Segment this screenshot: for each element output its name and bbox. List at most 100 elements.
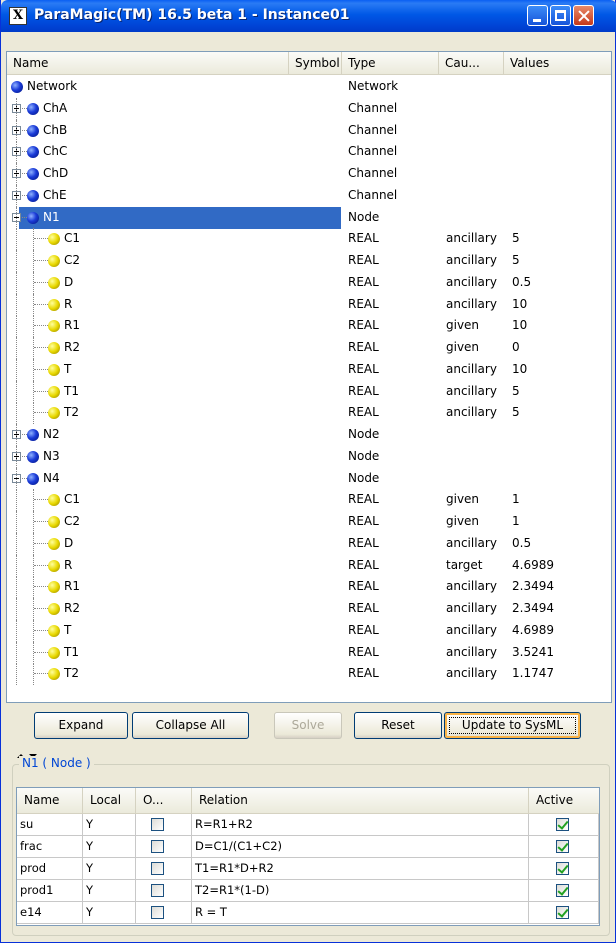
tree-name-cell: T bbox=[7, 358, 337, 381]
tree-row[interactable]: ChD Channel bbox=[7, 163, 611, 185]
column-header-o[interactable]: O... bbox=[136, 788, 192, 813]
tree-row[interactable]: R REAL target 4.6989 bbox=[7, 554, 611, 577]
node-sphere-icon bbox=[27, 429, 39, 441]
tree-row[interactable]: ChE Channel bbox=[7, 184, 611, 207]
column-header-rel-name[interactable]: Name bbox=[17, 788, 83, 813]
tree-name-cell: R1 bbox=[7, 576, 337, 599]
network-tree-table[interactable]: Name Symbol Type Cau... Values Network Ne… bbox=[6, 51, 612, 703]
column-header-type[interactable]: Type bbox=[342, 52, 439, 74]
tree-row[interactable]: Network Network bbox=[7, 76, 611, 98]
tree-row[interactable]: ChC Channel bbox=[7, 141, 611, 164]
tree-row[interactable]: N3 Node bbox=[7, 445, 611, 468]
tree-header: Name Symbol Type Cau... Values bbox=[7, 52, 611, 75]
tree-row-label: ChE bbox=[43, 187, 67, 202]
active-checkbox[interactable] bbox=[556, 906, 569, 919]
tree-name-cell: T2 bbox=[7, 402, 337, 425]
tree-row-label: ChB bbox=[43, 122, 68, 137]
o-checkbox[interactable] bbox=[151, 906, 164, 919]
tree-row-value: 10 bbox=[512, 361, 528, 376]
o-checkbox[interactable] bbox=[151, 862, 164, 875]
relation-name-cell: frac bbox=[17, 836, 83, 857]
tree-row-label: T1 bbox=[64, 383, 79, 398]
tree-row-label: N4 bbox=[43, 470, 60, 485]
tree-row[interactable]: R REAL ancillary 10 bbox=[7, 293, 611, 316]
tree-row-value: 1.1747 bbox=[512, 666, 554, 681]
maximize-button[interactable] bbox=[550, 5, 571, 26]
tree-row-label: T2 bbox=[64, 666, 79, 681]
variable-sphere-icon bbox=[48, 298, 60, 311]
tree-row[interactable]: C2 REAL ancillary 5 bbox=[7, 250, 611, 272]
tree-row[interactable]: T1 REAL ancillary 5 bbox=[7, 380, 611, 403]
column-header-symbol[interactable]: Symbol bbox=[289, 52, 342, 74]
tree-row[interactable]: R1 REAL ancillary 2.3494 bbox=[7, 576, 611, 599]
relation-row[interactable]: prod1 Y T2=R1*(1-D) bbox=[17, 880, 599, 902]
window-title: ParaMagic(TM) 16.5 beta 1 - Instance01 bbox=[34, 7, 350, 23]
active-checkbox[interactable] bbox=[556, 840, 569, 853]
tree-row[interactable]: N4 Node bbox=[7, 467, 611, 490]
tree-name-cell: C2 bbox=[7, 511, 337, 533]
tree-row[interactable]: ChA Channel bbox=[7, 97, 611, 120]
tree-row[interactable]: D REAL ancillary 0.5 bbox=[7, 271, 611, 294]
o-checkbox[interactable] bbox=[151, 884, 164, 897]
variable-sphere-icon bbox=[48, 646, 60, 659]
tree-row[interactable]: T REAL ancillary 10 bbox=[7, 358, 611, 381]
relation-row[interactable]: e14 Y R = T bbox=[17, 902, 599, 924]
relations-table[interactable]: Name Local O... Relation Active su Y R=R1+… bbox=[16, 787, 600, 926]
tree-row[interactable]: T1 REAL ancillary 3.5241 bbox=[7, 641, 611, 664]
variable-sphere-icon bbox=[48, 624, 60, 637]
collapse-all-button[interactable]: Collapse All bbox=[132, 712, 249, 739]
title-bar[interactable]: X ParaMagic(TM) 16.5 beta 1 - Instance01 bbox=[1, 0, 616, 32]
relation-expression-cell: R=R1+R2 bbox=[192, 814, 529, 835]
column-header-active[interactable]: Active bbox=[529, 788, 599, 813]
active-checkbox[interactable] bbox=[556, 862, 569, 875]
tree-name-cell: R bbox=[7, 293, 337, 316]
tree-row[interactable]: ChB Channel bbox=[7, 119, 611, 142]
tree-name-cell: R bbox=[7, 554, 337, 577]
tree-row[interactable]: T REAL ancillary 4.6989 bbox=[7, 619, 611, 642]
tree-name-cell: D bbox=[7, 532, 337, 555]
tree-row[interactable]: T2 REAL ancillary 5 bbox=[7, 402, 611, 425]
tree-row[interactable]: C1 REAL ancillary 5 bbox=[7, 228, 611, 251]
column-header-cause[interactable]: Cau... bbox=[439, 52, 504, 74]
tree-row-label: T1 bbox=[64, 644, 79, 659]
relation-row[interactable]: su Y R=R1+R2 bbox=[17, 814, 599, 836]
minimize-button[interactable] bbox=[527, 5, 548, 26]
relation-o-cell bbox=[136, 814, 192, 835]
o-checkbox[interactable] bbox=[151, 818, 164, 831]
active-checkbox[interactable] bbox=[556, 884, 569, 897]
tree-row[interactable]: N1 Node bbox=[7, 206, 611, 229]
column-header-local[interactable]: Local bbox=[83, 788, 136, 813]
o-checkbox[interactable] bbox=[151, 840, 164, 853]
tree-row-type: Node bbox=[348, 448, 380, 463]
relation-row[interactable]: prod Y T1=R1*D+R2 bbox=[17, 858, 599, 880]
reset-button[interactable]: Reset bbox=[354, 712, 442, 739]
tree-row-label: N2 bbox=[43, 427, 60, 441]
tree-row[interactable]: D REAL ancillary 0.5 bbox=[7, 532, 611, 555]
variable-sphere-icon bbox=[48, 363, 60, 376]
relation-o-cell bbox=[136, 902, 192, 923]
expand-button[interactable]: Expand bbox=[34, 712, 128, 739]
tree-row[interactable]: N2 Node bbox=[7, 424, 611, 446]
tree-row[interactable]: C2 REAL given 1 bbox=[7, 511, 611, 533]
app-icon[interactable]: X bbox=[9, 7, 27, 25]
column-header-values[interactable]: Values bbox=[504, 52, 611, 74]
splitter-handle[interactable] bbox=[17, 747, 47, 758]
tree-name-cell: N1 bbox=[7, 206, 337, 229]
column-header-name[interactable]: Name bbox=[7, 52, 289, 74]
tree-row-value: 0.5 bbox=[512, 535, 532, 550]
column-header-relation[interactable]: Relation bbox=[192, 788, 529, 813]
tree-row-value: 4.6989 bbox=[512, 622, 554, 637]
update-to-sysml-button[interactable]: Update to SysML bbox=[444, 712, 581, 739]
tree-row[interactable]: R2 REAL ancillary 2.3494 bbox=[7, 598, 611, 620]
variable-sphere-icon bbox=[48, 342, 60, 354]
active-checkbox[interactable] bbox=[556, 818, 569, 831]
tree-row[interactable]: T2 REAL ancillary 1.1747 bbox=[7, 663, 611, 686]
solve-button[interactable]: Solve bbox=[274, 712, 342, 739]
tree-row[interactable]: R2 REAL given 0 bbox=[7, 337, 611, 359]
relation-row[interactable]: frac Y D=C1/(C1+C2) bbox=[17, 836, 599, 858]
tree-row-type: REAL bbox=[348, 274, 379, 289]
variable-sphere-icon bbox=[48, 603, 60, 615]
tree-row[interactable]: R1 REAL given 10 bbox=[7, 315, 611, 338]
close-button[interactable] bbox=[573, 5, 594, 26]
tree-row[interactable]: C1 REAL given 1 bbox=[7, 489, 611, 512]
